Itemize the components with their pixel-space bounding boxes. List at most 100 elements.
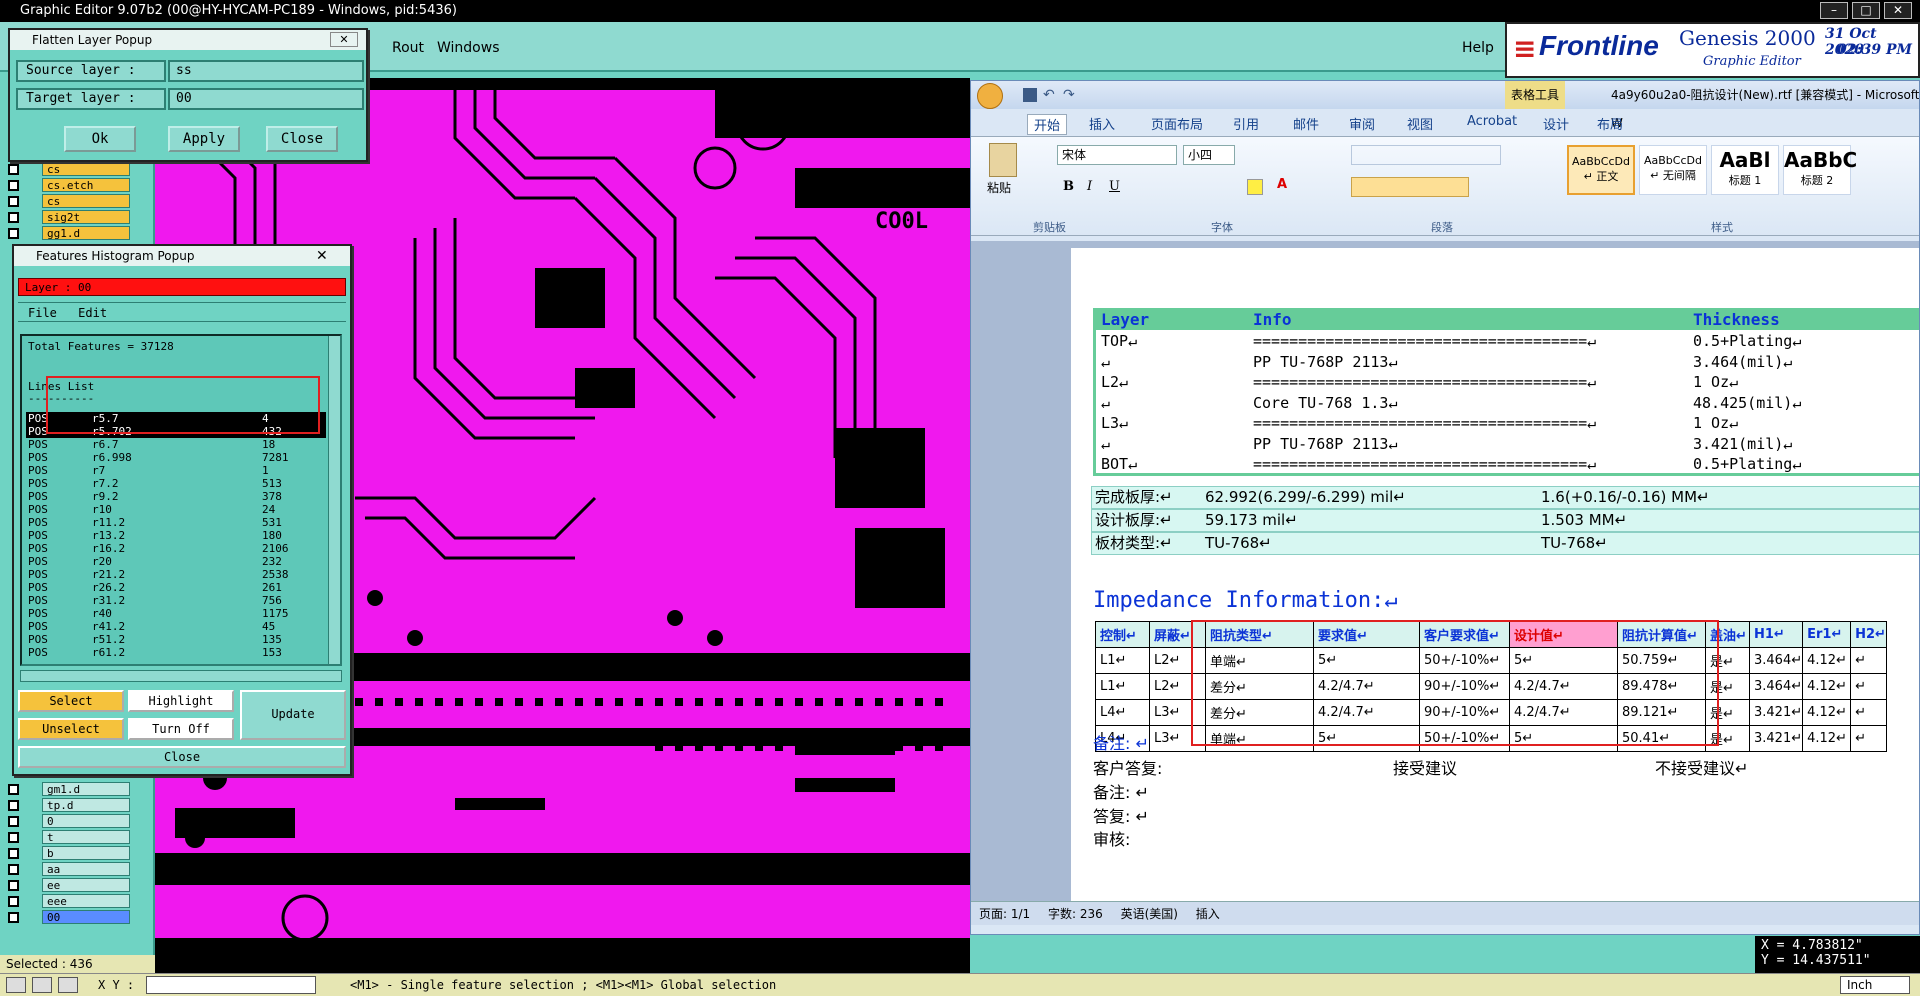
layer-row[interactable]: t bbox=[6, 830, 130, 844]
layer-row[interactable]: sig2t bbox=[6, 210, 130, 224]
paste-label[interactable]: 粘贴 bbox=[987, 179, 1011, 196]
layer-checkbox[interactable] bbox=[8, 212, 19, 223]
histogram-row[interactable]: POS r51.2 135 bbox=[26, 633, 326, 646]
layer-name[interactable]: 0 bbox=[42, 814, 130, 828]
layer-name[interactable]: cs bbox=[42, 162, 130, 176]
layer-row[interactable]: aa bbox=[6, 862, 130, 876]
histogram-row[interactable]: POS r41.2 45 bbox=[26, 620, 326, 633]
units-select[interactable]: Inch bbox=[1840, 976, 1910, 994]
source-layer-input[interactable]: ss bbox=[168, 60, 364, 82]
layer-row[interactable]: 0 bbox=[6, 814, 130, 828]
font-name-select[interactable]: 宋体 bbox=[1057, 145, 1177, 165]
histogram-row[interactable]: POS r9.2 378 bbox=[26, 490, 326, 503]
underline-button[interactable]: U bbox=[1109, 179, 1120, 194]
histogram-row[interactable]: POS r26.2 261 bbox=[26, 581, 326, 594]
tool-icon-3[interactable] bbox=[58, 977, 78, 993]
close-window-button[interactable]: ✕ bbox=[1884, 2, 1912, 19]
ribbon-tab[interactable]: 插入 bbox=[1089, 114, 1115, 133]
menu-file[interactable]: File bbox=[28, 306, 57, 320]
histogram-row[interactable]: POS r6.998 7281 bbox=[26, 451, 326, 464]
italic-button[interactable]: I bbox=[1087, 179, 1092, 194]
layer-name[interactable]: cs bbox=[42, 194, 130, 208]
status-language[interactable]: 英语(美国) bbox=[1121, 907, 1178, 921]
close-icon[interactable]: ✕ bbox=[316, 246, 328, 266]
menu-rout[interactable]: Rout bbox=[392, 40, 424, 56]
status-mode[interactable]: 插入 bbox=[1196, 907, 1220, 921]
layer-row[interactable]: gg1.d bbox=[6, 226, 130, 240]
layer-checkbox[interactable] bbox=[8, 912, 19, 923]
ribbon-tab[interactable]: 开始 bbox=[1027, 114, 1068, 135]
layer-row[interactable]: gm1.d bbox=[6, 782, 130, 796]
histogram-row[interactable]: POS r13.2 180 bbox=[26, 529, 326, 542]
document-page[interactable]: Layer Info Thickness TOP↵ ===============… bbox=[1071, 248, 1919, 908]
layer-checkbox[interactable] bbox=[8, 880, 19, 891]
layer-checkbox[interactable] bbox=[8, 832, 19, 843]
ribbon-tab[interactable]: 邮件 bbox=[1293, 114, 1319, 133]
close-icon[interactable]: ✕ bbox=[330, 32, 358, 47]
layer-row[interactable]: cs.etch bbox=[6, 178, 130, 192]
layer-name[interactable]: gm1.d bbox=[42, 782, 130, 796]
histogram-row[interactable]: POS r7 1 bbox=[26, 464, 326, 477]
layer-name[interactable]: eee bbox=[42, 894, 130, 908]
histogram-list[interactable]: Total Features = 37128 Lines List ------… bbox=[20, 334, 342, 666]
ribbon-tab[interactable]: Acrobat bbox=[1467, 114, 1517, 129]
layer-name[interactable]: tp.d bbox=[42, 798, 130, 812]
histogram-row[interactable]: POS r10 24 bbox=[26, 503, 326, 516]
font-size-select[interactable]: 小四 bbox=[1183, 145, 1235, 165]
layer-checkbox[interactable] bbox=[8, 180, 19, 191]
menu-windows[interactable]: Windows bbox=[437, 40, 500, 56]
layer-name[interactable]: 00 bbox=[42, 910, 130, 924]
unselect-button[interactable]: Unselect bbox=[18, 718, 124, 740]
layer-checkbox[interactable] bbox=[8, 848, 19, 859]
layer-row[interactable]: eee bbox=[6, 894, 130, 908]
layer-checkbox[interactable] bbox=[8, 164, 19, 175]
style-option[interactable]: AaBbCcDd ↵ 无间隔 bbox=[1639, 145, 1707, 195]
ribbon-tab[interactable]: 引用 bbox=[1233, 114, 1259, 133]
bold-button[interactable]: B bbox=[1063, 179, 1074, 194]
layer-row[interactable]: tp.d bbox=[6, 798, 130, 812]
layer-name[interactable]: b bbox=[42, 846, 130, 860]
tool-icon-2[interactable] bbox=[32, 977, 52, 993]
close-button[interactable]: Close bbox=[266, 126, 338, 152]
layer-row[interactable]: cs bbox=[6, 162, 130, 176]
histogram-row[interactable]: POS r16.2 2106 bbox=[26, 542, 326, 555]
list-buttons[interactable] bbox=[1351, 145, 1501, 165]
highlight-color-icon[interactable] bbox=[1247, 179, 1263, 195]
turn-off-button[interactable]: Turn Off bbox=[128, 718, 234, 740]
ribbon-tab[interactable]: 页面布局 bbox=[1151, 114, 1203, 133]
ribbon-tab[interactable]: 设计 bbox=[1543, 114, 1569, 133]
ribbon-tab[interactable]: 视图 bbox=[1407, 114, 1433, 133]
paste-icon[interactable] bbox=[989, 143, 1017, 177]
menu-help[interactable]: Help bbox=[1462, 40, 1494, 56]
layer-name[interactable]: ee bbox=[42, 878, 130, 892]
layer-checkbox[interactable] bbox=[8, 800, 19, 811]
ok-button[interactable]: Ok bbox=[64, 126, 136, 152]
ribbon-tab[interactable]: 布局 bbox=[1597, 114, 1623, 133]
xy-input[interactable] bbox=[146, 976, 316, 994]
update-button[interactable]: Update bbox=[240, 690, 346, 740]
style-option[interactable]: AaBbC 标题 2 bbox=[1783, 145, 1857, 195]
layer-row[interactable]: ee bbox=[6, 878, 130, 892]
layer-checkbox[interactable] bbox=[8, 896, 19, 907]
save-icon[interactable] bbox=[1023, 88, 1037, 102]
layer-checkbox[interactable] bbox=[8, 196, 19, 207]
layer-row[interactable]: 00 bbox=[6, 910, 130, 924]
histogram-row[interactable]: POS r7.2 513 bbox=[26, 477, 326, 490]
menu-edit[interactable]: Edit bbox=[78, 306, 107, 320]
histogram-close-button[interactable]: Close bbox=[18, 746, 346, 768]
redo-icon[interactable]: ↷ bbox=[1063, 81, 1075, 109]
histogram-scrollbar[interactable] bbox=[328, 336, 340, 664]
layer-checkbox[interactable] bbox=[8, 228, 19, 239]
select-button[interactable]: Select bbox=[18, 690, 124, 712]
histogram-hscrollbar[interactable] bbox=[20, 670, 342, 682]
font-color-icon[interactable]: A bbox=[1277, 177, 1287, 192]
style-option[interactable]: AaBbCcDd ↵ 正文 bbox=[1567, 145, 1635, 195]
layer-checkbox[interactable] bbox=[8, 864, 19, 875]
layer-name[interactable]: t bbox=[42, 830, 130, 844]
layer-checkbox[interactable] bbox=[8, 816, 19, 827]
apply-button[interactable]: Apply bbox=[168, 126, 240, 152]
layer-checkbox[interactable] bbox=[8, 784, 19, 795]
layer-name[interactable]: cs.etch bbox=[42, 178, 130, 192]
office-button[interactable] bbox=[977, 83, 1003, 109]
histogram-row[interactable]: POS r20 232 bbox=[26, 555, 326, 568]
